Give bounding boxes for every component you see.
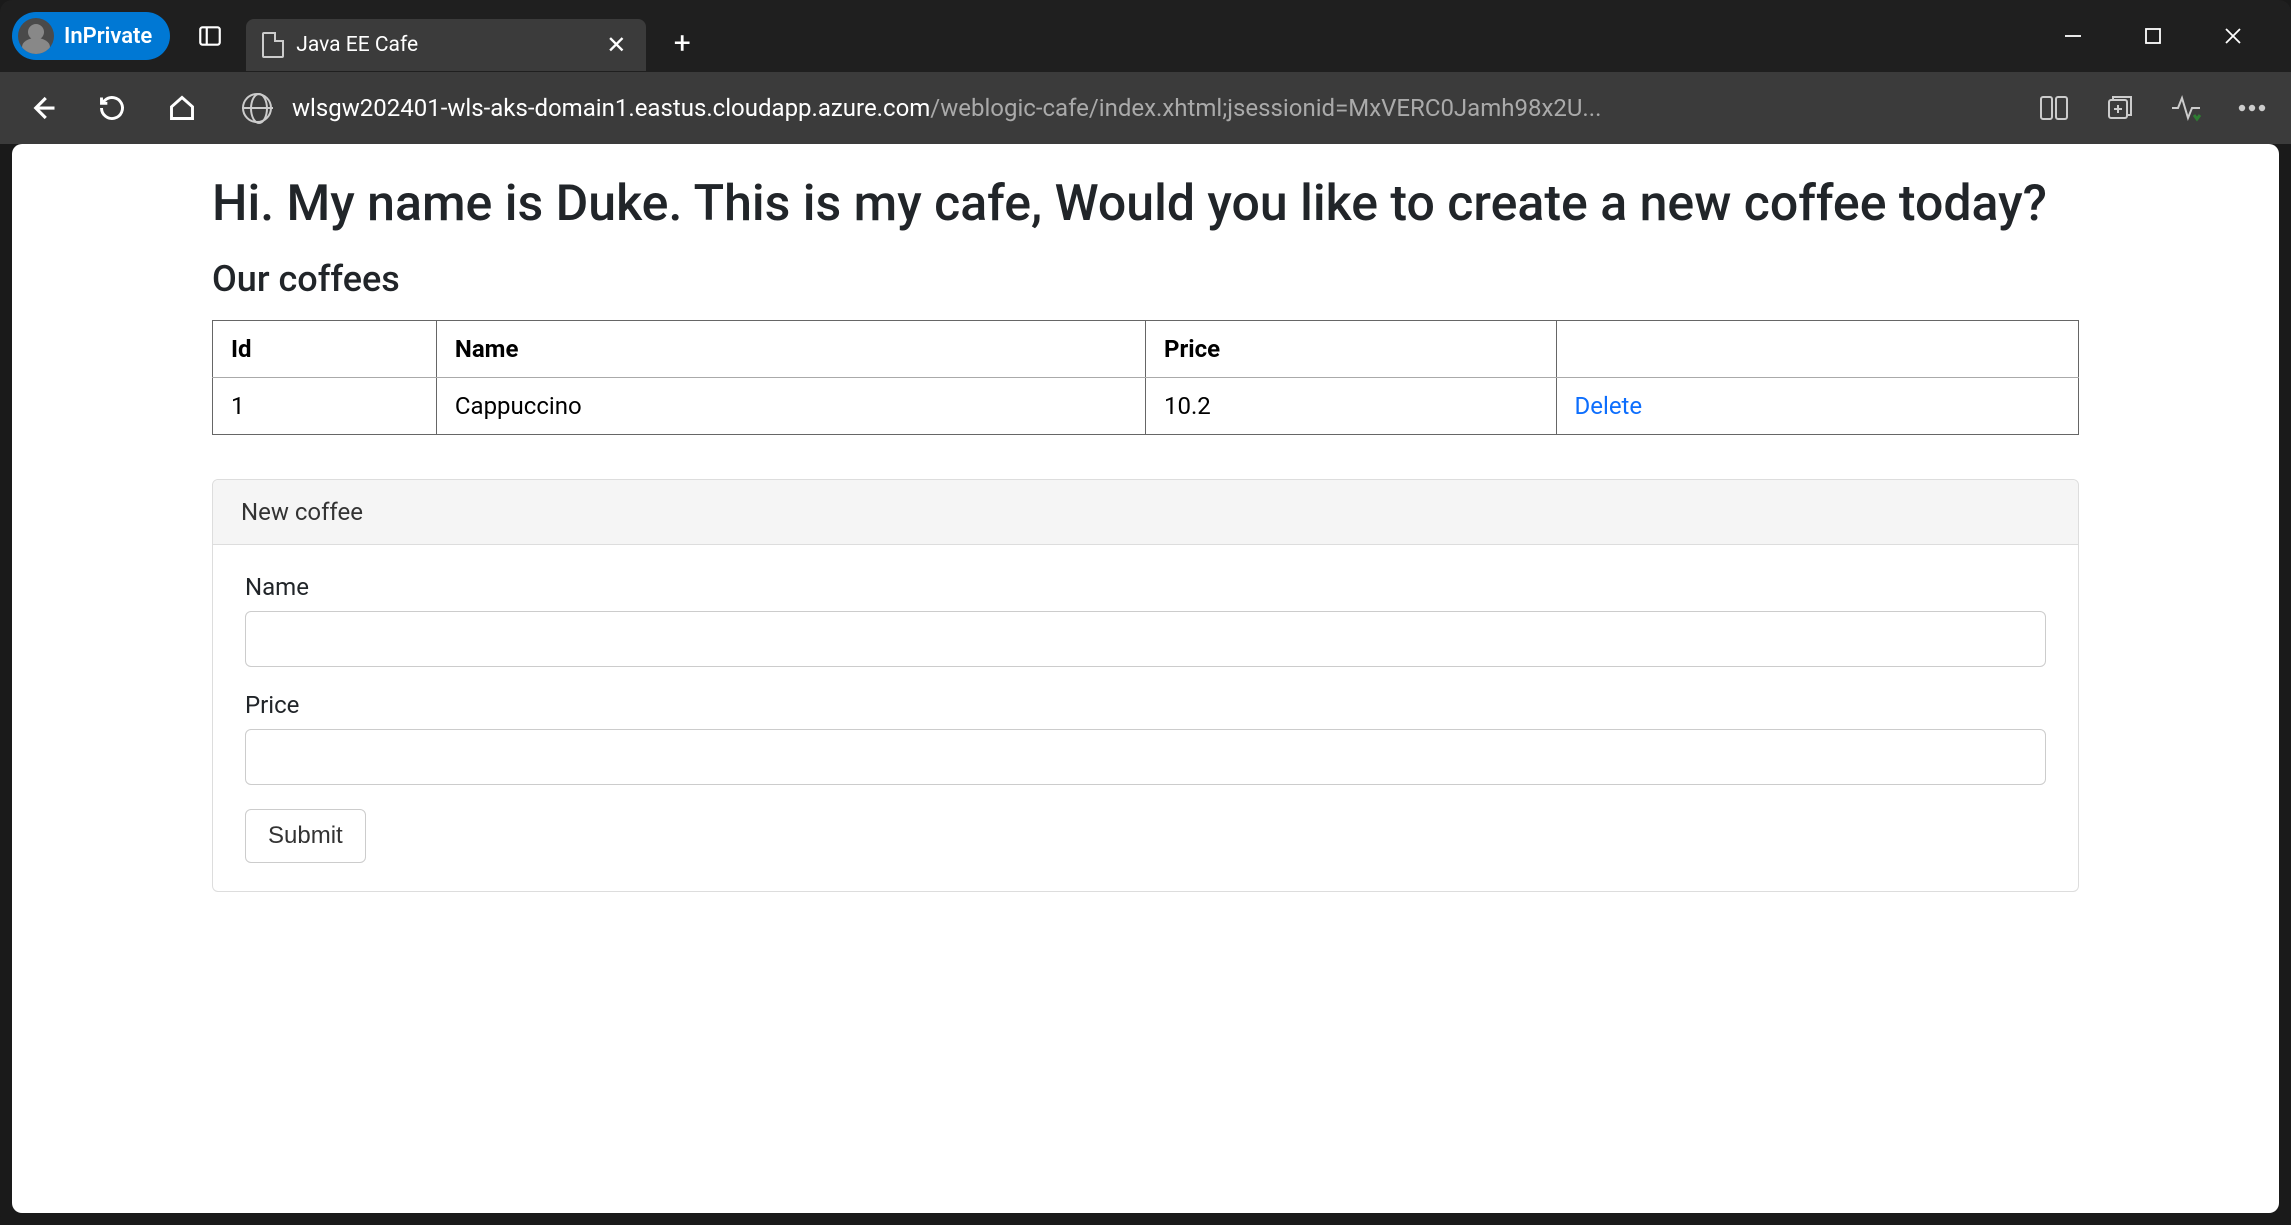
delete-link[interactable]: Delete [1575, 392, 1643, 420]
url-text: wlsgw202401-wls-aks-domain1.eastus.cloud… [292, 94, 1601, 122]
page-viewport: Hi. My name is Duke. This is my cafe, Wo… [12, 144, 2279, 1213]
maximize-button[interactable] [2131, 14, 2175, 58]
coffee-table: Id Name Price 1 Cappuccino 10.2 Delete [212, 320, 2079, 435]
col-header-id: Id [213, 321, 437, 378]
browser-window: InPrivate Java EE Cafe ✕ + [0, 0, 2291, 1225]
table-header-row: Id Name Price [213, 321, 2079, 378]
cell-price: 10.2 [1145, 378, 1556, 435]
titlebar: InPrivate Java EE Cafe ✕ + [0, 0, 2291, 72]
browser-tab[interactable]: Java EE Cafe ✕ [246, 19, 646, 71]
inprivate-badge[interactable]: InPrivate [12, 12, 170, 60]
window-controls [2051, 14, 2279, 58]
col-header-name: Name [436, 321, 1145, 378]
url-host: wlsgw202401-wls-aks-domain1.eastus.cloud… [292, 94, 930, 122]
page-icon [262, 32, 284, 58]
new-coffee-panel: New coffee Name Price Submit [212, 479, 2079, 892]
price-label: Price [245, 691, 2046, 719]
back-button[interactable] [22, 88, 62, 128]
panel-header: New coffee [213, 480, 2078, 545]
panel-body: Name Price Submit [213, 545, 2078, 891]
collections-icon[interactable] [2103, 91, 2137, 125]
inprivate-label: InPrivate [64, 24, 152, 49]
url-path: /weblogic-cafe/index.xhtml;jsessionid=Mx… [930, 94, 1601, 122]
price-input[interactable] [245, 729, 2046, 785]
toolbar-right [2037, 91, 2269, 125]
performance-icon[interactable] [2169, 91, 2203, 125]
tab-actions-button[interactable] [188, 14, 232, 58]
close-window-button[interactable] [2211, 14, 2255, 58]
name-label: Name [245, 573, 2046, 601]
address-bar[interactable]: wlsgw202401-wls-aks-domain1.eastus.cloud… [242, 93, 1983, 123]
site-info-icon[interactable] [242, 93, 272, 123]
home-button[interactable] [162, 88, 202, 128]
cell-id: 1 [213, 378, 437, 435]
col-header-action [1556, 321, 2079, 378]
menu-button[interactable] [2235, 91, 2269, 125]
new-tab-button[interactable]: + [660, 21, 704, 65]
name-input[interactable] [245, 611, 2046, 667]
subheading: Our coffees [212, 258, 2079, 300]
submit-button[interactable]: Submit [245, 809, 366, 863]
table-row: 1 Cappuccino 10.2 Delete [213, 378, 2079, 435]
refresh-button[interactable] [92, 88, 132, 128]
cell-name: Cappuccino [436, 378, 1145, 435]
minimize-button[interactable] [2051, 14, 2095, 58]
tab-title: Java EE Cafe [296, 33, 590, 57]
col-header-price: Price [1145, 321, 1556, 378]
page-heading: Hi. My name is Duke. This is my cafe, Wo… [212, 174, 2079, 234]
close-tab-button[interactable]: ✕ [602, 31, 630, 59]
avatar-icon [18, 18, 54, 54]
split-screen-icon[interactable] [2037, 91, 2071, 125]
toolbar: wlsgw202401-wls-aks-domain1.eastus.cloud… [0, 72, 2291, 144]
